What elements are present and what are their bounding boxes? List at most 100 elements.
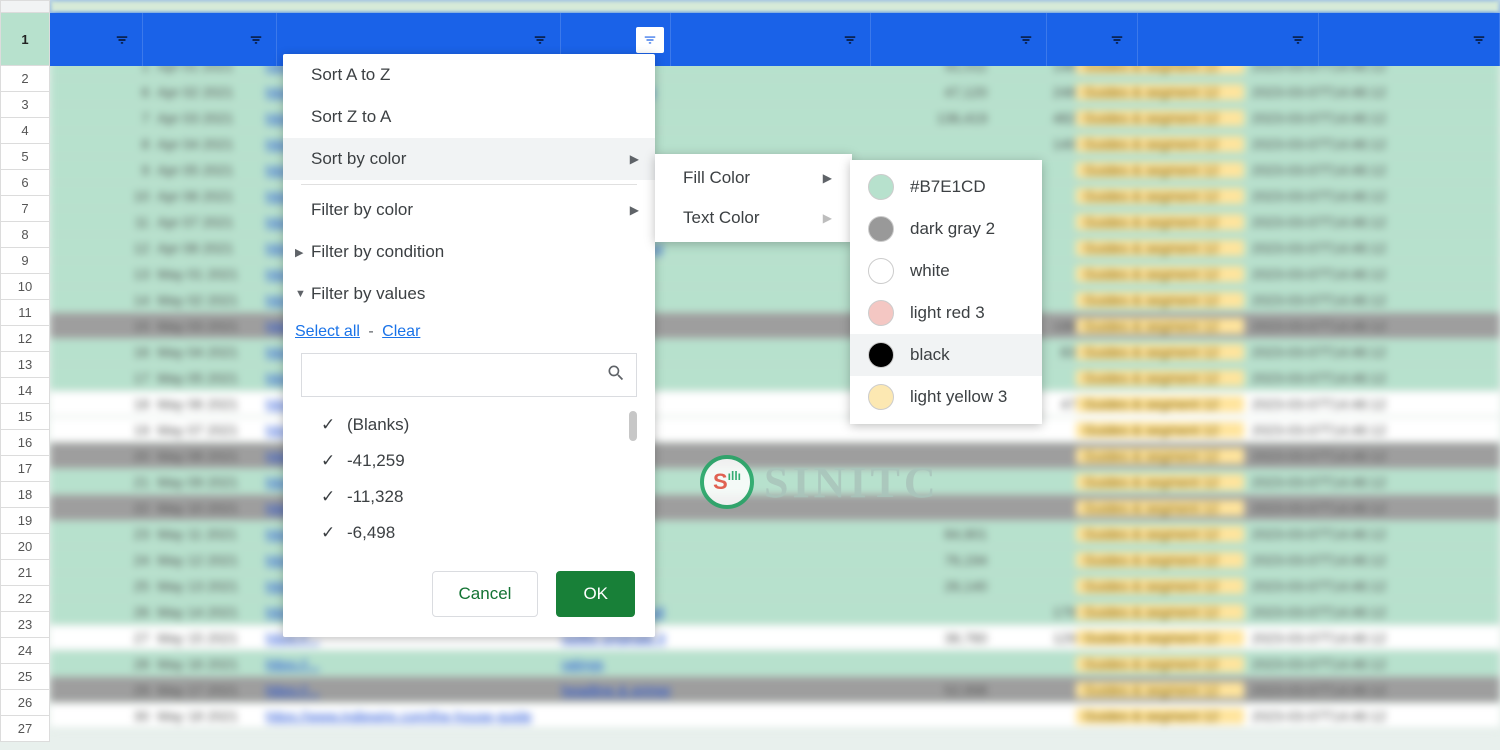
fill-color-item[interactable]: Fill Color ▶	[655, 158, 852, 198]
row-number[interactable]: 15	[0, 404, 50, 430]
check-icon: ✓	[321, 487, 347, 507]
row-number[interactable]: 5	[0, 144, 50, 170]
filter-values-list: ✓(Blanks)✓-41,259✓-11,328✓-6,498	[301, 407, 637, 551]
row-number[interactable]: 3	[0, 92, 50, 118]
color-label: #B7E1CD	[910, 177, 986, 197]
filter-icon[interactable]	[108, 27, 136, 53]
filter-search-input[interactable]	[312, 366, 606, 384]
row-number[interactable]: 2	[0, 66, 50, 92]
row-number[interactable]: 19	[0, 508, 50, 534]
fill-color-option[interactable]: light red 3	[850, 292, 1042, 334]
row-number[interactable]: 21	[0, 560, 50, 586]
search-icon	[606, 363, 626, 388]
sheet-body-blurred: 1Apr 01 2021https://...81,011146Guides &…	[50, 0, 1500, 750]
row-number[interactable]: 22	[0, 586, 50, 612]
row-number[interactable]: 16	[0, 430, 50, 456]
sort-by-color-submenu: Fill Color ▶ Text Color ▶	[655, 154, 852, 242]
row-number[interactable]: 10	[0, 274, 50, 300]
triangle-down-icon: ▼	[295, 288, 306, 300]
triangle-right-icon: ▶	[295, 246, 303, 259]
filter-menu-popup: Sort A to Z Sort Z to A Sort by color ▶ …	[283, 54, 655, 637]
row-number[interactable]: 20	[0, 534, 50, 560]
filter-icon[interactable]	[1465, 27, 1493, 53]
menu-divider	[301, 184, 637, 185]
sheet-top-stripe	[50, 0, 1500, 13]
color-swatch-icon	[868, 384, 894, 410]
row-number[interactable]: 24	[0, 638, 50, 664]
filter-value-item[interactable]: ✓-41,259	[301, 443, 637, 479]
row-number[interactable]: 4	[0, 118, 50, 144]
filter-by-condition[interactable]: ▶ Filter by condition	[283, 231, 655, 273]
color-swatch-icon	[868, 300, 894, 326]
fill-color-option[interactable]: black	[850, 334, 1042, 376]
check-icon: ✓	[321, 523, 347, 543]
row-number[interactable]: 11	[0, 300, 50, 326]
chevron-right-icon: ▶	[823, 211, 832, 225]
row-number[interactable]: 13	[0, 352, 50, 378]
row-number[interactable]: 6	[0, 170, 50, 196]
fill-color-submenu: #B7E1CD dark gray 2 white light red 3 black l…	[850, 160, 1042, 424]
ok-button[interactable]: OK	[556, 571, 635, 617]
watermark-text: SINITC	[764, 457, 940, 508]
column-header-row	[50, 13, 1500, 66]
row-number[interactable]: 7	[0, 196, 50, 222]
fill-color-option[interactable]: light yellow 3	[850, 376, 1042, 418]
color-swatch-icon	[868, 342, 894, 368]
clear-link[interactable]: Clear	[382, 323, 420, 340]
filter-value-item[interactable]: ✓(Blanks)	[301, 407, 637, 443]
filter-icon[interactable]	[836, 27, 864, 53]
column-header[interactable]	[50, 13, 143, 66]
filter-search-box	[301, 353, 637, 397]
sort-a-to-z[interactable]: Sort A to Z	[283, 54, 655, 96]
row-number[interactable]: 18	[0, 482, 50, 508]
color-label: black	[910, 345, 950, 365]
row-number[interactable]: 17	[0, 456, 50, 482]
filter-icon[interactable]	[1284, 27, 1312, 53]
row-number[interactable]: 27	[0, 716, 50, 742]
filter-by-values[interactable]: ▼ Filter by values	[283, 273, 655, 315]
fill-color-option[interactable]: white	[850, 250, 1042, 292]
row-number[interactable]: 23	[0, 612, 50, 638]
column-header[interactable]	[1319, 13, 1500, 66]
column-header[interactable]	[871, 13, 1047, 66]
scrollbar-thumb[interactable]	[629, 411, 637, 441]
chevron-right-icon: ▶	[823, 171, 832, 185]
sort-z-to-a[interactable]: Sort Z to A	[283, 96, 655, 138]
row-number[interactable]: 14	[0, 378, 50, 404]
column-header[interactable]	[143, 13, 276, 66]
filter-by-color[interactable]: Filter by color ▶	[283, 189, 655, 231]
row-number[interactable]: 26	[0, 690, 50, 716]
fill-color-option[interactable]: #B7E1CD	[850, 166, 1042, 208]
color-label: light yellow 3	[910, 387, 1007, 407]
select-all-link[interactable]: Select all	[295, 323, 360, 340]
row-number[interactable]: 12	[0, 326, 50, 352]
fill-color-option[interactable]: dark gray 2	[850, 208, 1042, 250]
filter-icon[interactable]	[1103, 27, 1131, 53]
color-label: light red 3	[910, 303, 985, 323]
chevron-right-icon: ▶	[630, 203, 639, 217]
sort-by-color[interactable]: Sort by color ▶	[283, 138, 655, 180]
color-label: dark gray 2	[910, 219, 995, 239]
row-number[interactable]: 8	[0, 222, 50, 248]
column-header[interactable]	[671, 13, 871, 66]
chevron-right-icon: ▶	[630, 152, 639, 166]
text-color-item[interactable]: Text Color ▶	[655, 198, 852, 238]
row-number[interactable]: 9	[0, 248, 50, 274]
color-label: white	[910, 261, 950, 281]
cancel-button[interactable]: Cancel	[432, 571, 539, 617]
watermark-logo-icon: Sıllı	[700, 455, 754, 509]
column-header[interactable]	[1047, 13, 1138, 66]
filter-icon[interactable]	[242, 27, 270, 53]
color-swatch-icon	[868, 174, 894, 200]
row-number[interactable]: 25	[0, 664, 50, 690]
filter-value-links: Select all - Clear	[283, 315, 655, 353]
filter-value-item[interactable]: ✓-11,328	[301, 479, 637, 515]
row-number[interactable]: 1	[0, 13, 50, 66]
filter-icon[interactable]	[526, 27, 554, 53]
color-swatch-icon	[868, 258, 894, 284]
filter-value-item[interactable]: ✓-6,498	[301, 515, 637, 551]
row-number-gutter: 1234567891011121314151617181920212223242…	[0, 0, 50, 742]
filter-icon[interactable]	[636, 27, 664, 53]
filter-icon[interactable]	[1012, 27, 1040, 53]
column-header[interactable]	[1138, 13, 1319, 66]
